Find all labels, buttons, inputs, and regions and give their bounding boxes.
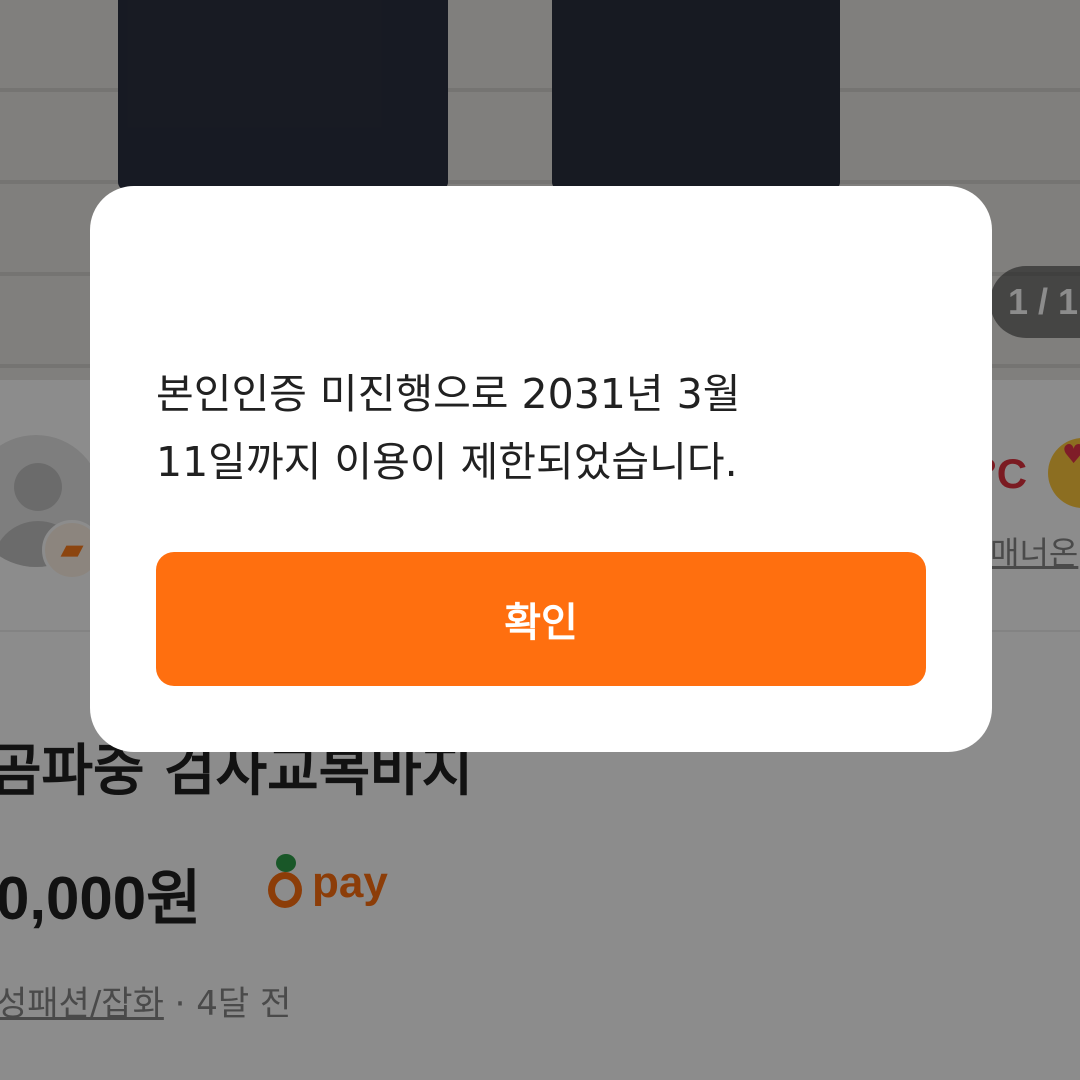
dialog-message-line-1: 본인인증 미진행으로 2031년 3월 — [156, 370, 741, 418]
confirm-button[interactable]: 확인 — [156, 552, 926, 686]
dialog-message-line-2: 11일까지 이용이 제한되었습니다. — [156, 438, 738, 486]
dialog-message: 본인인증 미진행으로 2031년 3월 11일까지 이용이 제한되었습니다. — [156, 360, 936, 496]
alert-dialog: 본인인증 미진행으로 2031년 3월 11일까지 이용이 제한되었습니다. 확… — [90, 186, 992, 752]
